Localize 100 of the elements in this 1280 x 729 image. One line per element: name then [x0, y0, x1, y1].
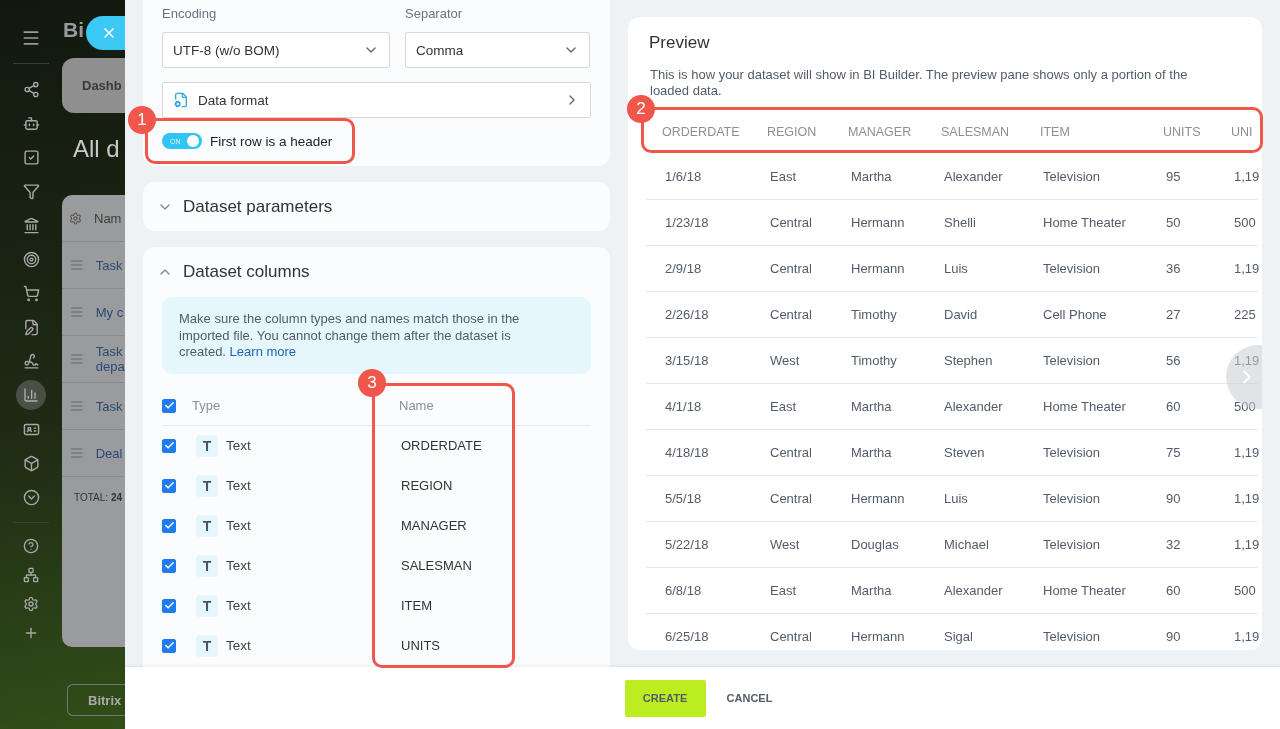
row-checkbox[interactable] [162, 558, 176, 573]
encoding-select[interactable]: UTF-8 (w/o BOM) [162, 32, 390, 68]
info-message: Make sure the column types and names match those in the imported file. You cannot change them after the dataset is created. Learn more [162, 297, 591, 374]
row-checkbox[interactable] [162, 598, 176, 613]
table-cell-text: 6/25/18 [664, 629, 710, 644]
text-type-icon: T [196, 594, 218, 617]
learn-more-link[interactable]: Learn more [229, 344, 297, 359]
create-button[interactable]: CREATE [624, 679, 706, 717]
column-name: REGION [401, 478, 454, 493]
table-cell-text: 1,19 [1233, 629, 1260, 644]
table-cell-text: 27 [1165, 307, 1182, 322]
table-cell-text: Alexander [943, 399, 1004, 414]
drag-handle-icon[interactable] [70, 258, 84, 272]
table-link[interactable]: Task [95, 398, 125, 414]
table-cell-text: 2/26/18 [664, 307, 710, 322]
table-cell-text: 500 [1233, 583, 1257, 598]
drag-handle-icon[interactable] [70, 399, 84, 413]
cancel-button[interactable]: CANCEL [718, 679, 781, 717]
column-header: REGION [766, 125, 818, 139]
signature-icon[interactable] [22, 352, 40, 370]
checkbox-icon[interactable] [22, 148, 40, 166]
column-type: Text [226, 638, 252, 653]
robot-icon[interactable] [22, 114, 40, 132]
row-checkbox[interactable] [162, 478, 176, 493]
table-cell-text: 50 [1165, 215, 1182, 230]
table-cell-text: David [943, 307, 979, 322]
column-name: MANAGER [401, 518, 468, 533]
column-type: Text [226, 558, 252, 573]
table-cell-text: 90 [1165, 629, 1182, 644]
table-cell-text: Luis [943, 261, 969, 276]
table-cell-text: 95 [1165, 169, 1182, 184]
select-all-checkbox[interactable] [162, 398, 176, 413]
table-cell-text: Timothy [850, 307, 898, 322]
separator-select[interactable]: Comma [405, 32, 590, 68]
column-name: UNITS [401, 638, 441, 653]
table-cell-text: 75 [1165, 445, 1182, 460]
table-cell-text: Luis [943, 491, 969, 506]
text-type-icon: T [196, 434, 218, 457]
table-cell-text: 1,19 [1233, 537, 1260, 552]
column-header: Type [192, 398, 221, 413]
menu-icon[interactable] [21, 28, 41, 48]
active-item-background[interactable] [16, 380, 46, 410]
target-icon[interactable] [22, 250, 40, 268]
column-name: ORDERDATE [401, 438, 483, 453]
table-cell-text: Michael [943, 537, 990, 552]
column-header: ORDERDATE [661, 125, 741, 139]
table-link[interactable]: My c [95, 304, 125, 320]
table-link[interactable]: Task [95, 257, 125, 273]
drag-handle-icon[interactable] [70, 352, 84, 366]
table-link[interactable]: Task depa [95, 344, 125, 374]
column-header: UNITS [1162, 125, 1202, 139]
column-header: Name [399, 398, 434, 413]
drag-handle-icon[interactable] [70, 305, 84, 319]
close-button[interactable] [86, 16, 125, 50]
row-checkbox[interactable] [162, 438, 176, 453]
table-cell-text: 56 [1165, 353, 1182, 368]
table-cell-text: Shelli [943, 215, 977, 230]
chevron-down-circle-icon[interactable] [22, 488, 40, 506]
box-icon[interactable] [22, 454, 40, 472]
network-icon[interactable] [23, 566, 39, 583]
help-icon[interactable] [23, 537, 39, 554]
field-label: Separator [405, 6, 464, 22]
funnel-icon[interactable] [22, 182, 40, 200]
document-pen-icon[interactable] [22, 318, 40, 336]
text-type-icon: T [196, 554, 218, 577]
table-cell-text: Martha [850, 399, 893, 414]
bar-chart-icon[interactable] [23, 387, 39, 403]
table-cell-text: West [769, 353, 801, 368]
table-cell-text: 60 [1165, 583, 1182, 598]
table-cell-text: Central [769, 261, 813, 276]
settings-icon[interactable] [69, 211, 82, 225]
drag-handle-icon[interactable] [70, 446, 84, 460]
preview-title: Preview [648, 33, 711, 53]
data-format-button[interactable]: Data format [162, 82, 591, 118]
column-name: ITEM [401, 598, 434, 613]
column-header: MANAGER [847, 125, 913, 139]
settings-icon[interactable] [23, 595, 39, 612]
nodes-icon[interactable] [22, 80, 40, 98]
scroll-right-button[interactable] [1226, 345, 1262, 409]
table-cell-text: 60 [1165, 399, 1182, 414]
cart-icon[interactable] [22, 284, 40, 302]
row-checkbox[interactable] [162, 518, 176, 533]
dataset-parameters-section[interactable]: Dataset parameters [143, 182, 610, 231]
table-cell-text: 5/5/18 [664, 491, 703, 506]
column-name: SALESMAN [401, 558, 473, 573]
table-cell-text: 1,19 [1233, 445, 1260, 460]
table-cell-text: Martha [850, 445, 893, 460]
text-type-icon: T [196, 514, 218, 537]
column-header: SALESMAN [940, 125, 1011, 139]
table-cell-text: Central [769, 629, 813, 644]
table-cell-text: Hermann [850, 491, 906, 506]
building-icon[interactable] [22, 216, 40, 234]
table-link[interactable]: Deal [95, 445, 125, 461]
page-title: All d [73, 135, 121, 164]
text-type-icon: T [196, 474, 218, 497]
table-cell-text: Martha [850, 169, 893, 184]
row-checkbox[interactable] [162, 638, 176, 653]
dashboard-tab[interactable]: Dashb [62, 58, 125, 113]
table-cell-text: 6/8/18 [664, 583, 703, 598]
table-cell-text: Alexander [943, 169, 1004, 184]
